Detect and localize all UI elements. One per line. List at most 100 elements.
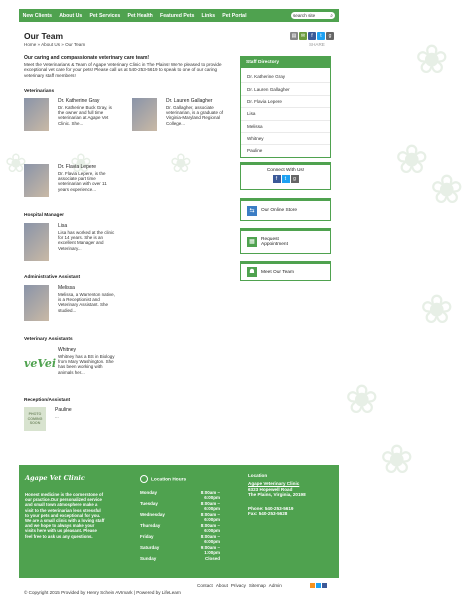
search-placeholder: search site	[293, 13, 316, 18]
hours-time: 8:00am – 6:00pm	[200, 523, 220, 533]
hours-day: Thursday	[140, 523, 161, 528]
hours-row: Sunday Closed	[140, 556, 220, 567]
request-appointment-link[interactable]: ▦ Request Appointment	[240, 228, 331, 254]
hours-time: 8:00am – 6:00pm	[200, 534, 220, 544]
twitter-icon[interactable]: t	[317, 32, 325, 40]
hours-row: Thursday 8:00am – 6:00pm	[140, 523, 220, 534]
hours-day: Wednesday	[140, 512, 165, 517]
staff-bio: ...	[55, 414, 59, 419]
contact-link[interactable]: Contact	[197, 583, 213, 588]
admin-link[interactable]: Admin	[269, 583, 282, 588]
twitter-icon[interactable]	[316, 583, 321, 588]
paw-print-decoration: ❀	[420, 288, 454, 332]
meet-team-label: Meet Our Team	[261, 269, 294, 275]
hours-row: Friday 8:00am – 6:00pm	[140, 534, 220, 545]
staff-bio: Dr. Katherine Buck Gray, is the owner an…	[58, 105, 112, 126]
staff-photo[interactable]	[24, 223, 49, 261]
copyright: © Copyright 2015 Provided by Henry Schei…	[24, 590, 181, 595]
footer-logo[interactable]: Agape Vet Clinic	[25, 474, 85, 482]
staff-name[interactable]: Pauline	[55, 407, 115, 413]
staff-bio: Dr. Gallagher, associate veterinarian, i…	[166, 105, 224, 126]
staff-name[interactable]: Lisa	[58, 223, 118, 229]
hours-row: Tuesday 8:00am – 6:00pm	[140, 501, 220, 512]
store-icon: ⇆	[247, 205, 257, 216]
nav-featured-pets[interactable]: Featured Pets	[156, 13, 198, 19]
search-icon[interactable]: ⌕	[330, 13, 333, 19]
facebook-icon[interactable]: f	[272, 175, 281, 183]
nav-pet-services[interactable]: Pet Services	[86, 13, 124, 19]
hours-time: Closed	[204, 556, 220, 561]
section-hospital-manager: Hospital Manager	[24, 213, 64, 218]
search-input[interactable]: search site ⌕	[291, 12, 335, 19]
sitemap-link[interactable]: Sitemap	[249, 583, 266, 588]
nav-pet-health[interactable]: Pet Health	[124, 13, 157, 19]
nav-pet-portal[interactable]: Pet Portal	[219, 13, 250, 19]
hours-time: 8:00am – 6:00pm	[200, 490, 220, 500]
staff-card[interactable]: PHOTO COMING SOON Pauline ...	[24, 407, 115, 431]
staff-name[interactable]: Dr. Lauren Gallagher	[166, 98, 226, 104]
google-plus-icon[interactable]: g	[326, 32, 334, 40]
facebook-icon[interactable]	[322, 583, 327, 588]
bottom-links: Contact About Privacy Sitemap Admin	[197, 583, 282, 588]
staff-bio: Dr. Flavia Lepere, is the associate part…	[58, 171, 107, 192]
directory-item[interactable]: Dr. Lauren Gallagher	[241, 83, 330, 96]
rss-icon[interactable]	[310, 583, 315, 588]
staff-photo[interactable]	[132, 98, 157, 131]
online-store-link[interactable]: ⇆ Our Online Store	[240, 198, 331, 221]
staff-name[interactable]: Whitney	[58, 347, 118, 353]
directory-item[interactable]: Melissa	[241, 121, 330, 133]
staff-name[interactable]: Dr. Flavia Lepere	[58, 164, 118, 170]
connect-box: Connect With Us! f t g	[240, 162, 331, 190]
team-icon: ☗	[247, 267, 257, 277]
bottom-social	[310, 583, 327, 588]
calendar-icon: ▦	[247, 237, 257, 247]
staff-photo[interactable]	[24, 98, 49, 131]
privacy-link[interactable]: Privacy	[231, 583, 246, 588]
hours-day: Monday	[140, 490, 158, 495]
hours-row: Wednesday 8:00am – 6:00pm	[140, 512, 220, 523]
section-veterinary-assistants: Veterinary Assistants	[24, 337, 73, 342]
directory-item[interactable]: Lisa	[241, 108, 330, 121]
staff-photo[interactable]	[24, 164, 49, 197]
directory-item[interactable]: Pauline	[241, 145, 330, 156]
google-plus-icon[interactable]: g	[290, 175, 299, 183]
staff-card[interactable]: Dr. Lauren Gallagher Dr. Gallagher, asso…	[132, 98, 226, 131]
nav-about-us[interactable]: About Us	[56, 13, 86, 19]
staff-card[interactable]: Lisa Lisa has worked at the clinic for 1…	[24, 223, 118, 261]
paw-print-decoration: ❀	[430, 168, 464, 212]
directory-item[interactable]: Dr. Flavia Lepere	[241, 96, 330, 109]
section-administrative-assistant: Administrative Assistant	[24, 275, 81, 280]
photo-coming-soon[interactable]: PHOTO COMING SOON	[24, 407, 46, 431]
section-reception: Reception/Assistant	[24, 398, 71, 403]
staff-bio: Whitney has a BS in Biology from Mary Wa…	[58, 354, 115, 375]
staff-card[interactable]: Melissa Melissa, a Warrenton native, is …	[24, 285, 118, 321]
facebook-icon[interactable]: f	[308, 32, 316, 40]
staff-card[interactable]: Dr. Flavia Lepere Dr. Flavia Lepere, is …	[24, 164, 118, 197]
staff-name[interactable]: Melissa	[58, 285, 118, 291]
about-link[interactable]: About	[216, 583, 228, 588]
staff-card[interactable]: Dr. Katherine Gray Dr. Katherine Buck Gr…	[24, 98, 118, 131]
hours-day: Friday	[140, 534, 154, 539]
whitney-logo-image[interactable]: veVei	[24, 347, 56, 380]
staff-photo[interactable]	[24, 285, 49, 321]
staff-card[interactable]: veVei Whitney Whitney has a BS in Biolog…	[24, 347, 118, 380]
hours-heading: Location Hours	[140, 475, 186, 483]
paw-print-decoration: ❀	[170, 148, 192, 178]
email-icon[interactable]: ✉	[299, 32, 307, 40]
print-icon[interactable]: ▤	[290, 32, 298, 40]
hours-time: 8:00am – 6:00pm	[200, 501, 220, 511]
directory-item[interactable]: Whitney	[241, 133, 330, 146]
share-bar: ▤ ✉ f t g	[290, 32, 334, 40]
nav-links[interactable]: Links	[198, 13, 219, 19]
clock-icon	[140, 475, 148, 483]
meet-team-link[interactable]: ☗ Meet Our Team	[240, 261, 331, 281]
twitter-icon[interactable]: t	[281, 175, 290, 183]
connect-title: Connect With Us!	[266, 168, 305, 173]
nav-new-clients[interactable]: New Clients	[19, 13, 56, 19]
footer: Agape Vet Clinic Honest medicine is the …	[19, 465, 339, 578]
location-title: Location	[248, 473, 268, 478]
staff-name[interactable]: Dr. Katherine Gray	[58, 98, 118, 104]
hours-day: Saturday	[140, 545, 160, 550]
hours-title: Location Hours	[151, 477, 187, 483]
directory-item[interactable]: Dr. Katherine Gray	[241, 71, 330, 84]
